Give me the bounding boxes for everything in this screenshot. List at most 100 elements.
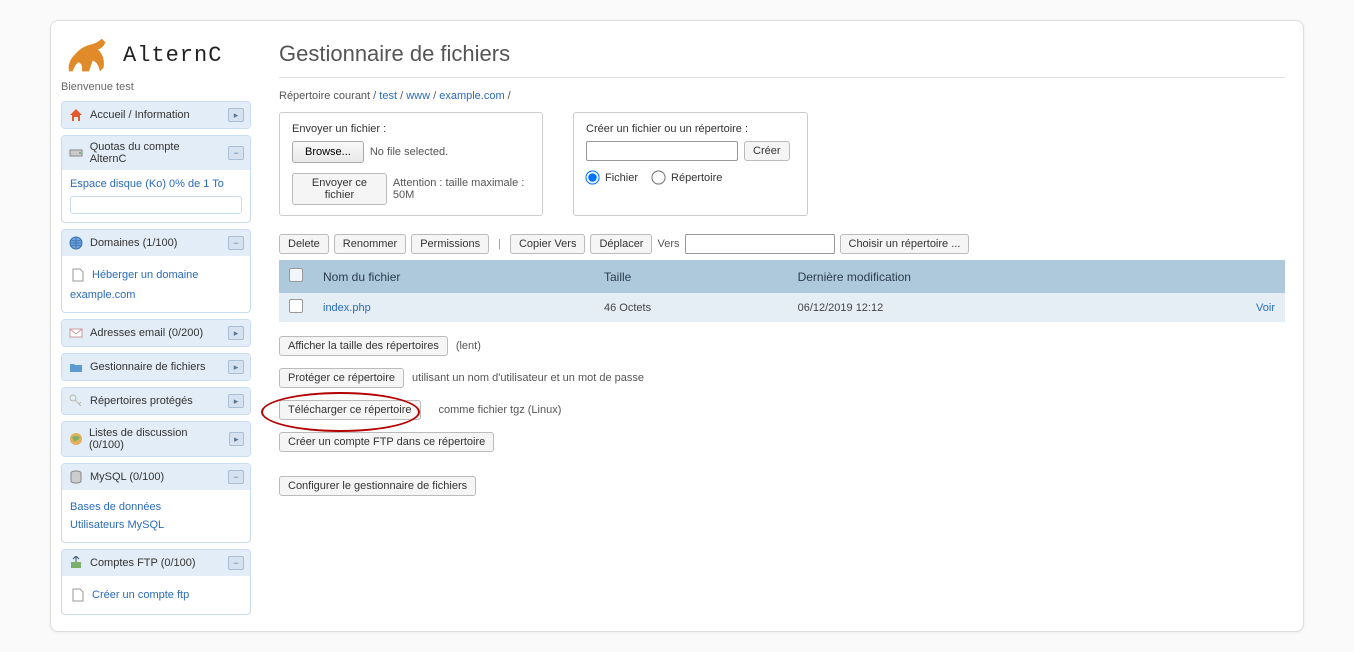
radio-file-label: Fichier (605, 172, 638, 184)
panel-emails-header[interactable]: Adresses email (0/200) ▸ (62, 320, 250, 346)
collapse-icon[interactable]: − (228, 146, 244, 160)
browse-button[interactable]: Browse... (292, 141, 364, 163)
nofile-text: No file selected. (370, 146, 448, 158)
home-icon (68, 107, 84, 123)
domain-link[interactable]: example.com (70, 289, 135, 301)
breadcrumb-label: Répertoire courant (279, 90, 370, 102)
page-icon (70, 587, 86, 603)
ftp-icon (68, 555, 84, 571)
panel-home-title: Accueil / Information (90, 109, 190, 121)
collapse-icon[interactable]: − (228, 556, 244, 570)
upload-box: Envoyer un fichier : Browse... No file s… (279, 112, 543, 216)
logo: AlternC (61, 35, 251, 75)
row-checkbox[interactable] (289, 299, 303, 313)
select-all-checkbox[interactable] (289, 268, 303, 282)
folder-icon (68, 359, 84, 375)
create-box: Créer un fichier ou un répertoire : Crée… (573, 112, 808, 216)
panel-lists-title: Listes de discussion (0/100) (89, 427, 217, 451)
configure-button[interactable]: Configurer le gestionnaire de fichiers (279, 476, 476, 496)
panel-mysql-title: MySQL (0/100) (90, 471, 164, 483)
protect-note: utilisant un nom d'utilisateur et un mot… (412, 372, 644, 384)
page-icon (70, 267, 86, 283)
panel-domains-title: Domaines (1/100) (90, 237, 177, 249)
panel-lists: Listes de discussion (0/100) ▸ (61, 421, 251, 457)
panel-files-title: Gestionnaire de fichiers (90, 361, 206, 373)
show-size-button[interactable]: Afficher la taille des répertoires (279, 336, 448, 356)
download-button[interactable]: Télécharger ce répertoire (279, 400, 421, 420)
world-icon (68, 431, 83, 447)
database-icon (68, 469, 84, 485)
panel-quota-header[interactable]: Quotas du compte AlternC − (62, 136, 250, 170)
radio-dir-label: Répertoire (671, 172, 722, 184)
page-title: Gestionnaire de fichiers (279, 41, 1285, 67)
to-label: Vers (657, 238, 679, 250)
panel-quota: Quotas du compte AlternC − Espace disque… (61, 135, 251, 223)
breadcrumb-part[interactable]: example.com (439, 90, 504, 102)
panel-home-header[interactable]: Accueil / Information ▸ (62, 102, 250, 128)
mysql-users-link[interactable]: Utilisateurs MySQL (70, 519, 164, 531)
panel-emails-title: Adresses email (0/200) (90, 327, 203, 339)
panel-files: Gestionnaire de fichiers ▸ (61, 353, 251, 381)
breadcrumb-part[interactable]: www (406, 90, 430, 102)
col-size: Taille (594, 260, 788, 293)
key-icon (68, 393, 84, 409)
panel-home: Accueil / Information ▸ (61, 101, 251, 129)
expand-icon[interactable]: ▸ (228, 326, 244, 340)
expand-icon[interactable]: ▸ (228, 108, 244, 122)
col-name: Nom du fichier (313, 260, 594, 293)
table-row: index.php 46 Octets 06/12/2019 12:12 Voi… (279, 293, 1285, 322)
choose-dir-button[interactable]: Choisir un répertoire ... (840, 234, 970, 254)
delete-button[interactable]: Delete (279, 234, 329, 254)
file-mod: 06/12/2019 12:12 (788, 293, 1173, 322)
upload-note: Attention : taille maximale : 50M (393, 177, 530, 201)
globe-icon (68, 235, 84, 251)
protect-button[interactable]: Protéger ce répertoire (279, 368, 404, 388)
copy-button[interactable]: Copier Vers (510, 234, 585, 254)
upload-label: Envoyer un fichier : (292, 123, 530, 135)
panel-protected: Répertoires protégés ▸ (61, 387, 251, 415)
welcome-text: Bienvenue test (61, 81, 251, 93)
create-ftp-button[interactable]: Créer un compte FTP dans ce répertoire (279, 432, 494, 452)
collapse-icon[interactable]: − (228, 470, 244, 484)
kangaroo-icon (61, 35, 117, 75)
expand-icon[interactable]: ▸ (229, 432, 244, 446)
destination-input[interactable] (685, 234, 835, 254)
expand-icon[interactable]: ▸ (228, 360, 244, 374)
file-table: Nom du fichier Taille Dernière modificat… (279, 260, 1285, 322)
col-mod: Dernière modification (788, 260, 1173, 293)
slow-note: (lent) (456, 340, 481, 352)
file-link[interactable]: index.php (323, 302, 371, 314)
download-note: comme fichier tgz (Linux) (439, 404, 562, 416)
divider (279, 77, 1285, 78)
mysql-db-link[interactable]: Bases de données (70, 501, 161, 513)
radio-dir[interactable] (651, 170, 665, 184)
rename-button[interactable]: Renommer (334, 234, 406, 254)
collapse-icon[interactable]: − (228, 236, 244, 250)
panel-mysql-header[interactable]: MySQL (0/100) − (62, 464, 250, 490)
file-size: 46 Octets (594, 293, 788, 322)
expand-icon[interactable]: ▸ (228, 394, 244, 408)
quota-link[interactable]: Espace disque (Ko) 0% de 1 To (70, 178, 224, 190)
panel-mysql: MySQL (0/100) − Bases de données Utilisa… (61, 463, 251, 543)
panel-domains-header[interactable]: Domaines (1/100) − (62, 230, 250, 256)
view-link[interactable]: Voir (1256, 302, 1275, 314)
panel-protected-header[interactable]: Répertoires protégés ▸ (62, 388, 250, 414)
create-name-input[interactable] (586, 141, 738, 161)
panel-ftp-header[interactable]: Comptes FTP (0/100) − (62, 550, 250, 576)
panel-files-header[interactable]: Gestionnaire de fichiers ▸ (62, 354, 250, 380)
create-label: Créer un fichier ou un répertoire : (586, 123, 795, 135)
panel-emails: Adresses email (0/200) ▸ (61, 319, 251, 347)
breadcrumb-part[interactable]: test (379, 90, 397, 102)
create-submit-button[interactable]: Créer (744, 141, 790, 161)
main: Gestionnaire de fichiers Répertoire cour… (261, 21, 1303, 631)
panel-lists-header[interactable]: Listes de discussion (0/100) ▸ (62, 422, 250, 456)
move-button[interactable]: Déplacer (590, 234, 652, 254)
radio-file[interactable] (585, 170, 599, 184)
ftp-create-link[interactable]: Créer un compte ftp (92, 589, 189, 601)
permissions-button[interactable]: Permissions (411, 234, 489, 254)
sidebar: AlternC Bienvenue test Accueil / Informa… (51, 21, 261, 631)
panel-ftp-title: Comptes FTP (0/100) (90, 557, 196, 569)
panel-protected-title: Répertoires protégés (90, 395, 193, 407)
upload-submit-button[interactable]: Envoyer ce fichier (292, 173, 387, 205)
host-domain-link[interactable]: Héberger un domaine (92, 269, 198, 281)
